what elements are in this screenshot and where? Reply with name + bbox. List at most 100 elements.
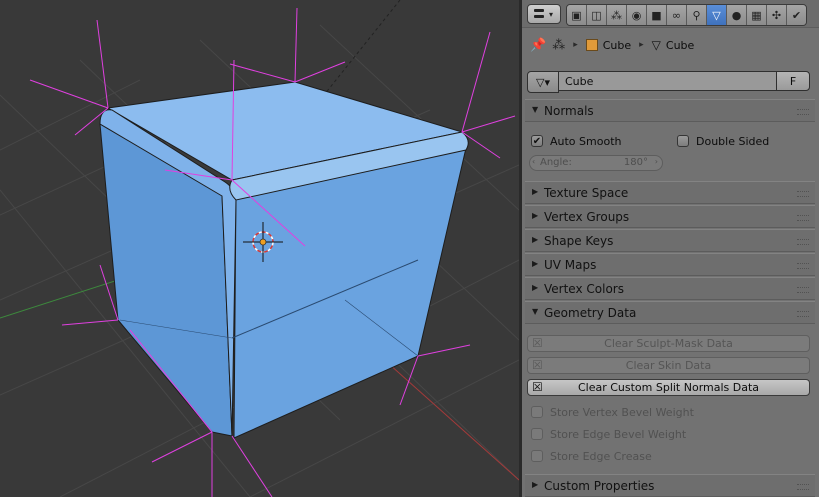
object-icon: ■ xyxy=(651,8,662,22)
mesh-data-icon: ▽▾ xyxy=(536,75,550,89)
mesh-browse-button[interactable]: ▽▾ xyxy=(527,71,559,93)
store-vertex-bevel-weight-checkbox[interactable]: Store Vertex Bevel Weight xyxy=(531,404,694,420)
chevron-down-icon: ▾ xyxy=(549,10,554,19)
drag-grip-icon[interactable] xyxy=(797,287,809,293)
drag-grip-icon[interactable] xyxy=(797,311,809,317)
increment-arrow-icon[interactable]: › xyxy=(655,157,658,166)
material-icon: ● xyxy=(731,8,742,22)
constraints-tab[interactable]: ∞ xyxy=(667,5,687,25)
collapsed-triangle-icon: ▶ xyxy=(532,259,539,268)
panel-uv-maps-header[interactable]: ▶ UV Maps xyxy=(525,253,815,276)
mesh-data-tab[interactable]: ▽ xyxy=(707,5,727,25)
auto-smooth-angle-field[interactable]: ‹ Angle: 180° › xyxy=(529,155,663,171)
scene-icon: ⁂ xyxy=(611,8,622,22)
render-icon: ▣ xyxy=(571,8,582,22)
particles-icon: ✣ xyxy=(771,8,782,22)
render-layers-icon: ◫ xyxy=(591,8,602,22)
drag-grip-icon[interactable] xyxy=(797,239,809,245)
scene-tab[interactable]: ⁂ xyxy=(607,5,627,25)
panel-title: UV Maps xyxy=(544,258,597,272)
collapsed-triangle-icon: ▶ xyxy=(532,283,539,292)
panel-vertex-colors-header[interactable]: ▶ Vertex Colors xyxy=(525,277,815,300)
angle-label: Angle: xyxy=(540,157,572,168)
mesh-name-field[interactable]: Cube xyxy=(559,71,776,91)
properties-header: ▾ ▣ ◫ ⁂ ◉ ■ ∞ ⚲ ▽ ● ▦ ✣ ✔ xyxy=(522,0,819,28)
panel-title: Texture Space xyxy=(544,186,629,200)
double-sided-checkbox[interactable]: Double Sided xyxy=(677,133,769,149)
object-cube-icon xyxy=(585,39,598,51)
drag-grip-icon[interactable] xyxy=(797,263,809,269)
material-tab[interactable]: ● xyxy=(727,5,747,25)
texture-tab[interactable]: ▦ xyxy=(747,5,767,25)
drag-grip-icon[interactable] xyxy=(797,484,809,490)
viewport-canvas xyxy=(0,0,519,497)
object-tab[interactable]: ■ xyxy=(647,5,667,25)
store-edge-bevel-weight-checkbox[interactable]: Store Edge Bevel Weight xyxy=(531,426,686,442)
checkbox-label: Store Vertex Bevel Weight xyxy=(550,405,694,419)
angle-value: 180° xyxy=(623,157,648,168)
double-sided-label: Double Sided xyxy=(696,134,770,148)
fake-user-button[interactable]: F xyxy=(776,71,810,91)
checkbox-label: Store Edge Crease xyxy=(550,449,652,463)
breadcrumb-object: Cube xyxy=(602,38,632,52)
clear-skin-data-button[interactable]: ☒ Clear Skin Data xyxy=(527,357,810,374)
decrement-arrow-icon[interactable]: ‹ xyxy=(532,157,535,166)
checkbox-unchecked-icon xyxy=(531,406,543,418)
mesh-data-icon: ▽ xyxy=(712,8,721,22)
panel-shape-keys-header[interactable]: ▶ Shape Keys xyxy=(525,229,815,252)
expanded-triangle-icon: ▼ xyxy=(532,105,539,114)
properties-editor: ▾ ▣ ◫ ⁂ ◉ ■ ∞ ⚲ ▽ ● ▦ ✣ ✔ 📌 ⁂ ▸ Cube ▸ ▽ Cube ▽▾ Cu… xyxy=(522,0,819,497)
world-icon: ◉ xyxy=(631,8,642,22)
clear-sculpt-mask-button[interactable]: ☒ Clear Sculpt-Mask Data xyxy=(527,335,810,352)
modifiers-icon: ⚲ xyxy=(692,8,701,22)
panel-vertex-groups-header[interactable]: ▶ Vertex Groups xyxy=(525,205,815,228)
auto-smooth-checkbox[interactable]: ✔ Auto Smooth xyxy=(531,133,621,149)
cube-left-face xyxy=(99,123,233,437)
context-tabs: ▣ ◫ ⁂ ◉ ■ ∞ ⚲ ▽ ● ▦ ✣ ✔ xyxy=(566,4,807,26)
expanded-triangle-icon: ▼ xyxy=(532,307,539,316)
particles-tab[interactable]: ✣ xyxy=(767,5,787,25)
constraints-icon: ∞ xyxy=(671,8,682,22)
render-layers-tab[interactable]: ◫ xyxy=(587,5,607,25)
scene-icon: ⁂ xyxy=(552,37,566,53)
panel-geometry-data-header[interactable]: ▼ Geometry Data xyxy=(525,301,815,324)
panel-normals-header[interactable]: ▼ Normals xyxy=(525,99,815,122)
panel-title: Vertex Colors xyxy=(544,282,624,296)
world-tab[interactable]: ◉ xyxy=(627,5,647,25)
panel-texture-space-header[interactable]: ▶ Texture Space xyxy=(525,181,815,204)
mesh-data-icon: ▽ xyxy=(651,38,661,52)
breadcrumb-mesh: Cube xyxy=(665,38,695,52)
render-tab[interactable]: ▣ xyxy=(567,5,587,25)
pin-icon[interactable]: 📌 xyxy=(530,38,546,53)
checkbox-unchecked-icon xyxy=(531,450,543,462)
button-label: Clear Custom Split Normals Data xyxy=(577,381,760,394)
cube-mesh[interactable] xyxy=(99,81,469,439)
physics-icon: ✔ xyxy=(791,8,802,22)
clear-custom-split-normals-button[interactable]: ☒ Clear Custom Split Normals Data xyxy=(527,379,810,396)
checkbox-unchecked-icon xyxy=(531,428,543,440)
checkbox-label: Store Edge Bevel Weight xyxy=(550,427,687,441)
breadcrumb-separator: ▸ xyxy=(573,40,578,50)
checkbox-unchecked-icon xyxy=(677,135,689,147)
drag-grip-icon[interactable] xyxy=(797,191,809,197)
panel-title: Normals xyxy=(544,104,594,118)
drag-grip-icon[interactable] xyxy=(797,215,809,221)
breadcrumb: 📌 ⁂ ▸ Cube ▸ ▽ Cube xyxy=(522,33,819,57)
collapsed-triangle-icon: ▶ xyxy=(532,187,539,196)
editor-type-button[interactable]: ▾ xyxy=(527,4,561,24)
mesh-datablock-selector: ▽▾ Cube F xyxy=(527,71,810,93)
physics-tab[interactable]: ✔ xyxy=(787,5,806,25)
panel-title: Custom Properties xyxy=(544,479,655,493)
texture-icon: ▦ xyxy=(751,8,762,22)
panel-custom-properties-header[interactable]: ▶ Custom Properties xyxy=(525,474,815,497)
store-edge-crease-checkbox[interactable]: Store Edge Crease xyxy=(531,448,652,464)
button-label: Clear Skin Data xyxy=(625,359,712,372)
3d-viewport[interactable] xyxy=(0,0,519,497)
collapsed-triangle-icon: ▶ xyxy=(532,480,539,489)
breadcrumb-separator: ▸ xyxy=(639,40,644,50)
button-label: Clear Sculpt-Mask Data xyxy=(604,337,733,350)
modifiers-tab[interactable]: ⚲ xyxy=(687,5,707,25)
panel-title: Vertex Groups xyxy=(544,210,630,224)
collapsed-triangle-icon: ▶ xyxy=(532,235,539,244)
drag-grip-icon[interactable] xyxy=(797,109,809,115)
